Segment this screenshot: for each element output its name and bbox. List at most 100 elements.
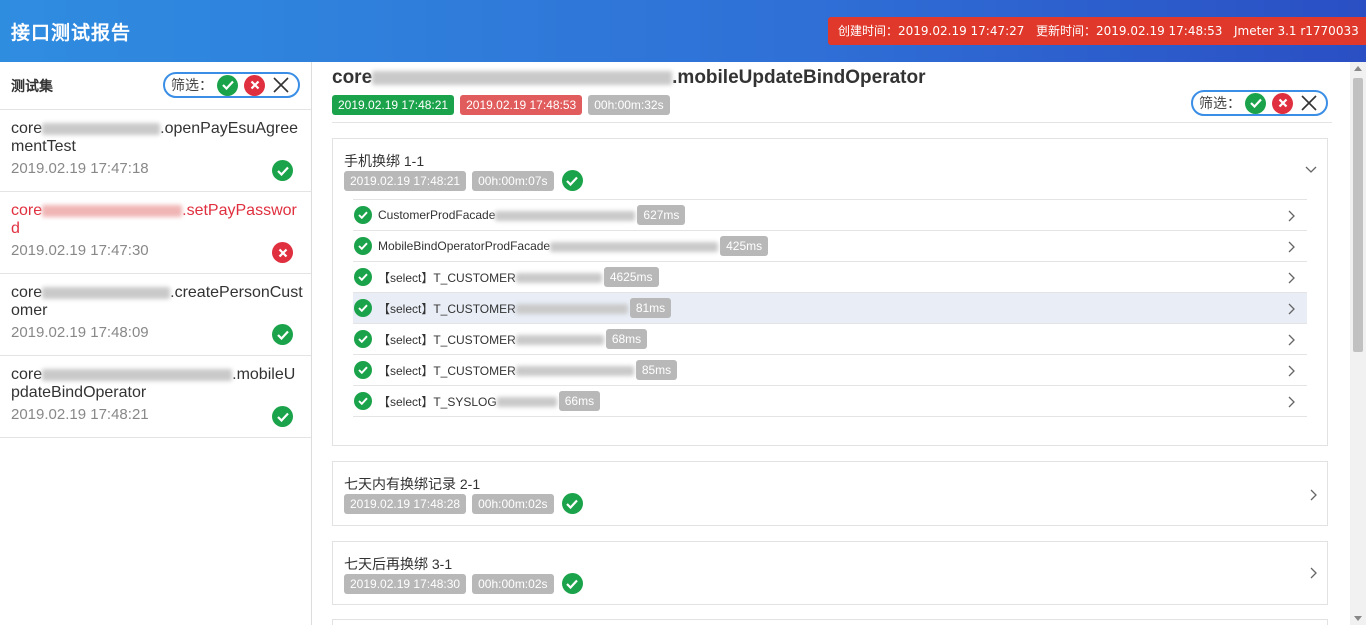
suite-item-time: 2019.02.19 17:47:30	[11, 242, 149, 259]
test-case-card[interactable]: 七天内有换绑记录 2-1 2019.02.19 17:48:28 00h:00m…	[332, 461, 1328, 526]
sidebar-filter: 筛选：	[163, 72, 300, 98]
suite-item-name: core .setPayPassword	[11, 202, 297, 237]
step-row[interactable]: 【select】T_CUSTOMER 85ms	[353, 354, 1307, 385]
chevron-right-icon[interactable]	[1310, 488, 1317, 506]
suite-item-name: core .openPayEsuAgreementTest	[11, 120, 299, 155]
test-case-card[interactable]: 七天后再换绑 3-1 2019.02.19 17:48:30 00h:00m:0…	[332, 541, 1328, 605]
step-name: 【select】T_CUSTOMER	[378, 331, 604, 348]
suite-item[interactable]: core .setPayPassword 2019.02.19 17:47:30	[0, 192, 311, 274]
step-duration: 4625ms	[603, 267, 659, 287]
chevron-down-icon[interactable]	[1305, 161, 1317, 179]
step-name: CustomerProdFacade	[378, 208, 636, 222]
step-row[interactable]: 【select】T_CUSTOMER 68ms	[353, 323, 1307, 354]
chevron-right-icon[interactable]	[1288, 395, 1295, 413]
filter-clear-icon[interactable]	[271, 75, 291, 95]
scroll-thumb[interactable]	[1353, 78, 1363, 352]
test-suite-sidebar: 测试集 筛选： core .openPayEsuAgreementTest 201…	[0, 62, 312, 625]
suite-item[interactable]: core .openPayEsuAgreementTest 2019.02.19 …	[0, 110, 311, 192]
filter-pass-icon[interactable]	[217, 74, 238, 96]
test-case-header[interactable]: 七天内有换绑记录 2-1 2019.02.19 17:48:28 00h:00m…	[333, 462, 1327, 522]
filter-label: 筛选：	[1199, 96, 1241, 112]
pass-icon	[354, 299, 372, 317]
pass-icon	[272, 324, 293, 345]
pass-icon	[354, 392, 372, 410]
duration-tag: 00h:00m:32s	[588, 95, 670, 115]
suite-item-time: 2019.02.19 17:48:21	[11, 406, 149, 423]
test-case-card[interactable]	[332, 619, 1328, 625]
step-row[interactable]: 【select】T_CUSTOMER 4625ms	[353, 261, 1307, 292]
report-main: core .mobileUpdateBindOperator 2019.02.19…	[313, 62, 1350, 625]
pass-icon	[354, 237, 372, 255]
start-time-tag: 2019.02.19 17:48:28	[344, 493, 467, 514]
start-time-tag: 2019.02.19 17:48:21	[332, 95, 455, 115]
end-time-tag: 2019.02.19 17:48:53	[460, 95, 583, 115]
test-case-header[interactable]: 手机换绑 1-1 2019.02.19 17:48:21 00h:00m:07s	[333, 139, 1327, 199]
updated-time-badge: 更新时间：2019.02.19 17:48:53	[1026, 17, 1233, 45]
pass-icon	[354, 206, 372, 224]
step-duration: 85ms	[635, 360, 678, 380]
page-title: 接口测试报告	[11, 22, 132, 44]
chevron-right-icon[interactable]	[1288, 364, 1295, 382]
created-time-badge: 创建时间：2019.02.19 17:47:27	[828, 17, 1035, 45]
divider	[332, 122, 1332, 123]
pass-icon	[561, 493, 583, 514]
suite-title: core .mobileUpdateBindOperator	[332, 67, 926, 88]
step-duration: 68ms	[605, 329, 648, 349]
chevron-right-icon[interactable]	[1288, 302, 1295, 320]
scroll-up-icon[interactable]	[1354, 66, 1362, 71]
main-scrollbar[interactable]	[1350, 62, 1366, 625]
duration-tag: 00h:00m:02s	[472, 573, 554, 594]
app-header: 接口测试报告 创建时间：2019.02.19 17:47:27 更新时间：201…	[0, 0, 1366, 62]
filter-clear-icon[interactable]	[1299, 93, 1319, 113]
step-row[interactable]: CustomerProdFacade 627ms	[353, 199, 1307, 230]
test-case-name: 七天内有换绑记录 2-1	[344, 476, 481, 492]
scroll-down-icon[interactable]	[1354, 616, 1362, 621]
suite-item[interactable]: core .mobileUpdateBindOperator 2019.02.19…	[0, 356, 311, 438]
test-case-card: 手机换绑 1-1 2019.02.19 17:48:21 00h:00m:07s…	[332, 138, 1328, 446]
test-case-name: 手机换绑 1-1	[344, 153, 425, 169]
chevron-right-icon[interactable]	[1288, 209, 1295, 227]
pass-icon	[354, 330, 372, 348]
step-duration: 81ms	[629, 298, 672, 318]
duration-tag: 00h:00m:07s	[472, 170, 554, 191]
sidebar-header: 测试集 筛选：	[0, 62, 311, 110]
step-row[interactable]: 【select】T_SYSLOG 66ms	[353, 385, 1307, 417]
step-duration: 425ms	[720, 236, 769, 256]
step-duration: 66ms	[558, 391, 601, 411]
test-case-tags: 2019.02.19 17:48:28 00h:00m:02s	[344, 493, 589, 514]
pass-icon	[354, 361, 372, 379]
pass-icon	[354, 268, 372, 286]
fail-icon	[272, 242, 293, 263]
suite-item-time: 2019.02.19 17:48:09	[11, 324, 149, 341]
filter-pass-icon[interactable]	[1245, 92, 1266, 114]
suite-item-name: core .mobileUpdateBindOperator	[11, 366, 296, 401]
filter-fail-icon[interactable]	[1272, 92, 1293, 114]
main-filter: 筛选：	[1191, 90, 1328, 116]
suite-item-name: core .createPersonCustomer	[11, 284, 303, 319]
jmeter-version-badge: Jmeter 3.1 r1770033	[1224, 17, 1366, 45]
pass-icon	[561, 170, 583, 191]
test-case-name: 七天后再换绑 3-1	[344, 556, 453, 572]
chevron-right-icon[interactable]	[1288, 271, 1295, 289]
step-name: 【select】T_CUSTOMER	[378, 362, 634, 379]
test-case-header[interactable]: 七天后再换绑 3-1 2019.02.19 17:48:30 00h:00m:0…	[333, 542, 1327, 602]
suite-tags: 2019.02.19 17:48:21 2019.02.19 17:48:53 …	[332, 95, 670, 115]
step-row[interactable]: 【select】T_CUSTOMER 81ms	[353, 292, 1307, 323]
test-case-tags: 2019.02.19 17:48:30 00h:00m:02s	[344, 573, 589, 594]
chevron-right-icon[interactable]	[1288, 240, 1295, 258]
chevron-right-icon[interactable]	[1310, 566, 1317, 584]
suite-item[interactable]: core .createPersonCustomer 2019.02.19 17:…	[0, 274, 311, 356]
step-name: 【select】T_CUSTOMER	[378, 300, 628, 317]
sidebar-title: 测试集	[11, 79, 53, 95]
chevron-right-icon[interactable]	[1288, 333, 1295, 351]
pass-icon	[272, 160, 293, 181]
step-row[interactable]: MobileBindOperatorProdFacade 425ms	[353, 230, 1307, 261]
start-time-tag: 2019.02.19 17:48:30	[344, 573, 467, 594]
filter-label: 筛选：	[171, 78, 213, 94]
suite-item-time: 2019.02.19 17:47:18	[11, 160, 149, 177]
filter-fail-icon[interactable]	[244, 74, 265, 96]
step-name: 【select】T_SYSLOG	[378, 393, 557, 410]
test-case-tags: 2019.02.19 17:48:21 00h:00m:07s	[344, 170, 589, 191]
pass-icon	[272, 406, 293, 427]
step-duration: 627ms	[637, 205, 686, 225]
